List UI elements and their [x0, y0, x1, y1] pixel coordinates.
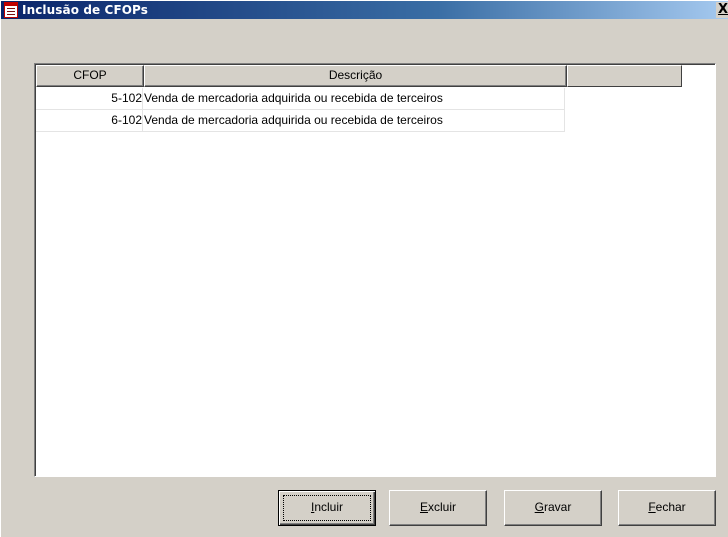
table-row[interactable]: 5-102 Venda de mercadoria adquirida ou r… — [36, 88, 565, 110]
dialog-window: Inclusão de CFOPs X CFOP Descrição 5-102… — [0, 0, 728, 537]
fechar-label: echar — [655, 500, 686, 514]
incluir-button[interactable]: Incluir — [278, 490, 376, 526]
list-header: CFOP Descrição — [36, 65, 682, 87]
column-header-descricao[interactable]: Descrição — [144, 65, 567, 87]
cfop-list[interactable]: CFOP Descrição 5-102 Venda de mercadoria… — [34, 63, 716, 477]
column-header-filler — [567, 65, 682, 87]
excluir-button[interactable]: Excluir — [389, 490, 487, 526]
window-title: Inclusão de CFOPs — [22, 3, 148, 17]
incluir-label: ncluir — [314, 500, 344, 514]
list-rows: 5-102 Venda de mercadoria adquirida ou r… — [36, 88, 565, 132]
gravar-label: ravar — [544, 500, 572, 514]
cfop-cell: 5-102 — [36, 88, 143, 109]
title-bar[interactable]: Inclusão de CFOPs — [1, 1, 728, 19]
cfop-cell: 6-102 — [36, 110, 143, 131]
excluir-mnemonic: E — [419, 500, 428, 514]
gravar-button[interactable]: Gravar — [504, 490, 602, 526]
document-list-icon — [4, 2, 18, 18]
close-icon[interactable]: X — [716, 2, 728, 18]
table-row[interactable]: 6-102 Venda de mercadoria adquirida ou r… — [36, 110, 565, 132]
descricao-cell: Venda de mercadoria adquirida ou recebid… — [143, 110, 565, 131]
fechar-mnemonic: F — [648, 500, 656, 514]
descricao-cell: Venda de mercadoria adquirida ou recebid… — [143, 88, 565, 109]
gravar-mnemonic: G — [534, 500, 544, 514]
excluir-label: xcluir — [428, 500, 457, 514]
column-header-cfop[interactable]: CFOP — [36, 65, 144, 87]
fechar-button[interactable]: Fechar — [618, 490, 716, 526]
